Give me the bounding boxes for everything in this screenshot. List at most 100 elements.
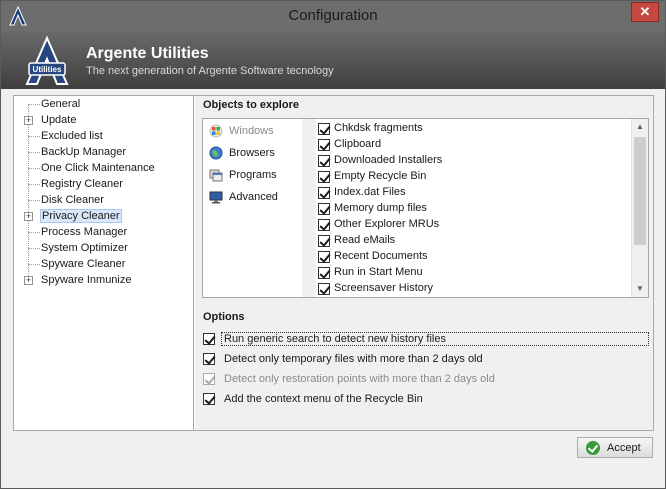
option-item[interactable]: Detect only temporary files with more th… [203,350,643,368]
tree-item-label: Spyware Cleaner [41,258,126,270]
object-checkbox[interactable] [318,123,330,135]
object-item[interactable]: Empty Recycle Bin [317,169,627,185]
expand-icon[interactable]: + [24,276,33,285]
objects-scrollbar[interactable]: ▲ ▼ [631,119,648,297]
category-programs[interactable]: Programs [207,165,301,185]
tree-item[interactable]: General [24,97,189,112]
object-checkbox[interactable] [318,203,330,215]
object-checkbox[interactable] [318,235,330,247]
option-checkbox [203,373,215,385]
option-label: Run generic search to detect new history… [221,332,649,346]
close-button[interactable]: ✕ [631,2,659,22]
settings-tree: General + Update Excluded list BackUp Manage… [14,96,194,430]
object-label: Run in Start Menu [334,266,423,278]
tree-item[interactable]: BackUp Manager [24,145,189,160]
title-bar[interactable]: Configuration ✕ [1,1,665,31]
tree-connector [28,184,40,185]
object-checkbox[interactable] [318,139,330,151]
option-checkbox[interactable] [203,333,215,345]
expand-icon[interactable]: + [24,212,33,221]
scroll-thumb[interactable] [634,137,646,245]
object-label: Read eMails [334,234,396,246]
brand-name: Argente Utilities [86,45,209,62]
object-item[interactable]: Read eMails [317,233,627,249]
object-label: Empty Recycle Bin [334,170,427,182]
tree-item[interactable]: Process Manager [24,225,189,240]
object-item[interactable]: Run in Start Menu [317,265,627,281]
tree-connector [28,104,40,105]
tree-connector [28,232,40,233]
option-label: Add the context menu of the Recycle Bin [224,393,423,405]
object-checkbox[interactable] [318,251,330,263]
object-checkbox[interactable] [318,155,330,167]
scroll-down-icon[interactable]: ▼ [632,281,648,297]
tree-connector [28,168,40,169]
category-browsers[interactable]: Browsers [207,143,301,163]
tree-item[interactable]: System Optimizer [24,241,189,256]
options-section-title: Options [203,311,245,323]
objects-checklist: Chkdsk fragments Clipboard Downloaded Inst… [317,121,629,297]
tree-item-label: Process Manager [41,226,128,238]
accept-button[interactable]: Accept [577,437,653,458]
category-label: Advanced [229,191,278,203]
tree-item-label: Disk Cleaner [41,194,104,206]
object-label: Recent Documents [334,250,428,262]
option-checkbox[interactable] [203,353,215,365]
option-label: Detect only temporary files with more th… [224,353,483,365]
tree-item[interactable]: Disk Cleaner [24,193,189,208]
configuration-window: Configuration ✕ Utilities Argente Utilit… [0,0,666,489]
tree-item-label: Registry Cleaner [41,178,123,190]
object-label: Screensaver History [334,282,434,294]
object-checkbox[interactable] [318,171,330,183]
tree-item[interactable]: + Update [24,113,189,128]
object-checkbox[interactable] [318,267,330,279]
object-checkbox[interactable] [318,187,330,199]
category-label: Programs [229,169,277,181]
object-item[interactable]: Chkdsk fragments [317,121,627,137]
object-item[interactable]: Downloaded Installers [317,153,627,169]
option-item: Detect only restoration points with more… [203,370,643,388]
category-label: Windows [229,125,274,137]
category-windows[interactable]: Windows [207,121,301,141]
window-title: Configuration [288,7,378,24]
object-checkbox[interactable] [318,219,330,231]
tree-item-label: BackUp Manager [41,146,126,158]
option-item[interactable]: Run generic search to detect new history… [203,330,649,348]
tree-item-label: General [41,98,81,110]
tree-item[interactable]: One Click Maintenance [24,161,189,176]
tree-item[interactable]: + Privacy Cleaner [24,209,189,224]
object-checkbox[interactable] [318,283,330,295]
object-item[interactable]: Memory dump files [317,201,627,217]
tree-item[interactable]: Registry Cleaner [24,177,189,192]
object-item[interactable]: Other Explorer MRUs [317,217,627,233]
tree-item-label: Excluded list [41,130,103,142]
object-item[interactable]: Clipboard [317,137,627,153]
object-item[interactable]: Recent Documents [317,249,627,265]
programs-icon [209,168,223,182]
tree-connector [28,136,40,137]
object-item[interactable]: Screensaver History [317,281,627,297]
tree-item[interactable]: + Spyware Inmunize [24,273,189,288]
tree-item[interactable]: Excluded list [24,129,189,144]
brand-tagline: The next generation of Argente Software … [86,65,334,77]
objects-box: Windows Browsers Programs Advanced Chkdsk f… [202,118,649,298]
globe-icon [209,146,223,160]
category-separator [302,119,316,297]
accept-label: Accept [607,442,641,454]
tree-item[interactable]: Spyware Cleaner [24,257,189,272]
objects-section-title: Objects to explore [203,99,299,111]
option-checkbox[interactable] [203,393,215,405]
category-advanced[interactable]: Advanced [207,187,301,207]
logo-text: Utilities [33,65,62,74]
option-item[interactable]: Add the context menu of the Recycle Bin [203,390,643,408]
object-item[interactable]: Index.dat Files [317,185,627,201]
expand-icon[interactable]: + [24,116,33,125]
tree-connector [28,200,40,201]
argente-logo-icon: Utilities [25,35,69,85]
tree-connector [28,248,40,249]
object-label: Downloaded Installers [334,154,443,166]
tree-item-label: Spyware Inmunize [41,274,132,286]
scroll-up-icon[interactable]: ▲ [632,119,648,135]
computer-icon [209,190,223,204]
app-header: Utilities Argente Utilities The next gen… [1,31,665,89]
